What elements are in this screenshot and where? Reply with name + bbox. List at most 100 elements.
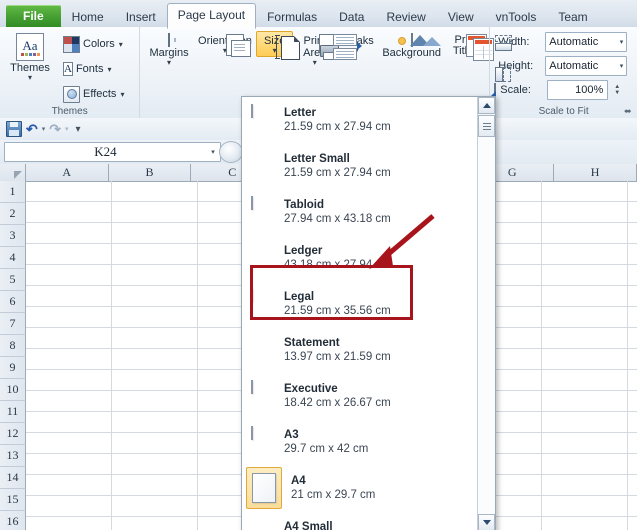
page-thumbnail-icon-selected [246,467,282,509]
size-option-letter-small[interactable]: Letter Small 21.59 cm x 27.94 cm [242,143,475,189]
undo-icon[interactable]: ↶ [26,122,38,136]
row-header-15[interactable]: 15 [0,489,26,511]
row-header-14[interactable]: 14 [0,467,26,489]
row-header-13[interactable]: 13 [0,445,26,467]
row-header-6[interactable]: 6 [0,291,26,313]
redo-icon[interactable]: ↷ [49,122,61,136]
size-option-tabloid[interactable]: Tabloid 27.94 cm x 43.18 cm [242,189,475,235]
row-header-11[interactable]: 11 [0,401,26,423]
scroll-down-button[interactable] [478,514,495,530]
row-headers: 1 2 3 4 5 6 7 8 9 10 11 12 13 14 15 16 1… [0,181,26,530]
size-option-name: Ledger [284,244,323,257]
tab-review[interactable]: Review [375,6,436,28]
size-option-executive[interactable]: Executive 18.42 cm x 26.67 cm [242,373,475,419]
tab-vntools[interactable]: vnTools [485,6,548,28]
scale-percent-stepper[interactable]: ▲ ▼ [614,84,620,96]
row-header-9[interactable]: 9 [0,357,26,379]
chevron-down-icon: ▾ [27,73,32,82]
scale-width-value: Automatic [549,36,599,48]
scale-percent-label: Scale: [500,84,531,96]
group-themes: Aa Themes ▾ Colors ▾ A Fonts ▾ Effects ▾… [0,27,139,118]
row-header-10[interactable]: 10 [0,379,26,401]
chevron-down-icon: ▾ [167,58,172,67]
margins-button[interactable]: Margins ▾ [144,31,194,69]
save-icon[interactable] [6,121,22,137]
row-header-12[interactable]: 12 [0,423,26,445]
row-header-4[interactable]: 4 [0,247,26,269]
tab-insert[interactable]: Insert [115,6,167,28]
insert-function-button[interactable] [219,141,243,163]
scrollbar-track[interactable] [478,137,495,514]
row-header-5[interactable]: 5 [0,269,26,291]
scale-height-select[interactable]: Automatic ▾ [545,56,628,76]
scale-width-row[interactable]: Width: Automatic ▾ [494,31,633,53]
page-thumbnail-icon [251,196,275,227]
theme-colors-label: Colors [83,38,115,50]
page-thumbnail-icon [251,519,275,530]
background-icon [397,33,441,47]
column-header-a[interactable]: A [26,164,109,181]
size-option-ledger[interactable]: Ledger 43.18 cm x 27.94 cm [242,235,475,281]
background-button[interactable]: Background [379,31,444,62]
scale-width-select[interactable]: Automatic ▾ [545,32,628,52]
print-area-button[interactable]: Print Area ▾ [295,31,339,69]
print-titles-button[interactable]: Print Titles [446,31,494,61]
size-dropdown-menu: Letter 21.59 cm x 27.94 cm Letter Small … [241,96,496,530]
size-option-dimensions: 21.59 cm x 35.56 cm [284,304,391,317]
theme-effects-button[interactable]: Effects ▾ [59,82,128,106]
page-thumbnail-icon [251,335,275,365]
background-label: Background [382,47,442,59]
size-option-legal[interactable]: Legal 21.59 cm x 35.56 cm [242,281,475,327]
themes-button[interactable]: Aa Themes ▾ [4,30,56,84]
tab-data[interactable]: Data [328,6,375,28]
size-button[interactable]: Size ▾ [256,31,300,60]
size-option-name: A4 Small [284,520,333,530]
size-option-statement[interactable]: Statement 13.97 cm x 21.59 cm [242,327,475,373]
row-header-3[interactable]: 3 [0,225,26,247]
chevron-down-icon[interactable]: ▾ [206,148,220,156]
size-option-a3[interactable]: A3 29.7 cm x 42 cm [242,419,475,465]
tab-file[interactable]: File [6,5,61,28]
theme-fonts-label: Fonts [75,63,104,75]
name-box[interactable]: K24 ▾ [4,142,221,162]
customize-qat-icon[interactable]: ▾ [76,124,81,135]
size-option-name: A4 [291,474,306,487]
row-header-8[interactable]: 8 [0,335,26,357]
column-header-h[interactable]: H [554,164,637,181]
row-header-2[interactable]: 2 [0,203,26,225]
undo-dropdown-icon[interactable]: ▾ [42,125,46,133]
tab-team[interactable]: Team [547,6,598,28]
breaks-button[interactable]: Breaks ▾ [332,31,377,60]
margins-icon [168,33,171,47]
row-header-1[interactable]: 1 [0,181,26,203]
tab-view[interactable]: View [437,6,485,28]
scale-to-fit-dialog-launcher[interactable]: ⬌ [624,106,634,116]
scale-percent-input[interactable]: 100% [547,80,609,100]
row-header-16[interactable]: 16 [0,511,26,530]
scrollbar-thumb[interactable] [478,115,495,137]
size-option-letter[interactable]: Letter 21.59 cm x 27.94 cm [242,97,475,143]
redo-dropdown-icon[interactable]: ▾ [65,125,69,133]
theme-fonts-button[interactable]: A Fonts ▾ [59,57,128,81]
size-option-dimensions: 18.42 cm x 26.67 cm [284,396,391,409]
row-header-7[interactable]: 7 [0,313,26,335]
scale-percent-row[interactable]: Scale: 100% ▲ ▼ [494,79,633,101]
size-option-dimensions: 21.59 cm x 27.94 cm [284,166,391,179]
size-option-dimensions: 21 cm x 29.7 cm [291,488,376,501]
themes-icon: Aa [16,33,44,61]
size-option-a4[interactable]: A4 21 cm x 29.7 cm [242,465,475,511]
orientation-button[interactable]: Orientation ▾ [196,31,254,57]
dropdown-scrollbar[interactable] [477,97,495,530]
column-header-b[interactable]: B [109,164,192,181]
scale-height-row[interactable]: Height: Automatic ▾ [494,55,633,82]
theme-colors-button[interactable]: Colors ▾ [59,32,128,56]
select-all-corner[interactable] [0,164,26,181]
page-thumbnail-icon [251,380,275,411]
tab-formulas[interactable]: Formulas [256,6,328,28]
tab-page-layout[interactable]: Page Layout [166,3,257,29]
group-scale-to-fit: Width: Automatic ▾ Height: Automatic ▾ S… [489,27,637,118]
size-option-dimensions: 13.97 cm x 21.59 cm [284,350,391,363]
tab-home[interactable]: Home [61,6,115,28]
scroll-up-button[interactable] [478,97,495,114]
size-option-a4-small[interactable]: A4 Small 21 cm x 29.7 cm [242,511,475,530]
